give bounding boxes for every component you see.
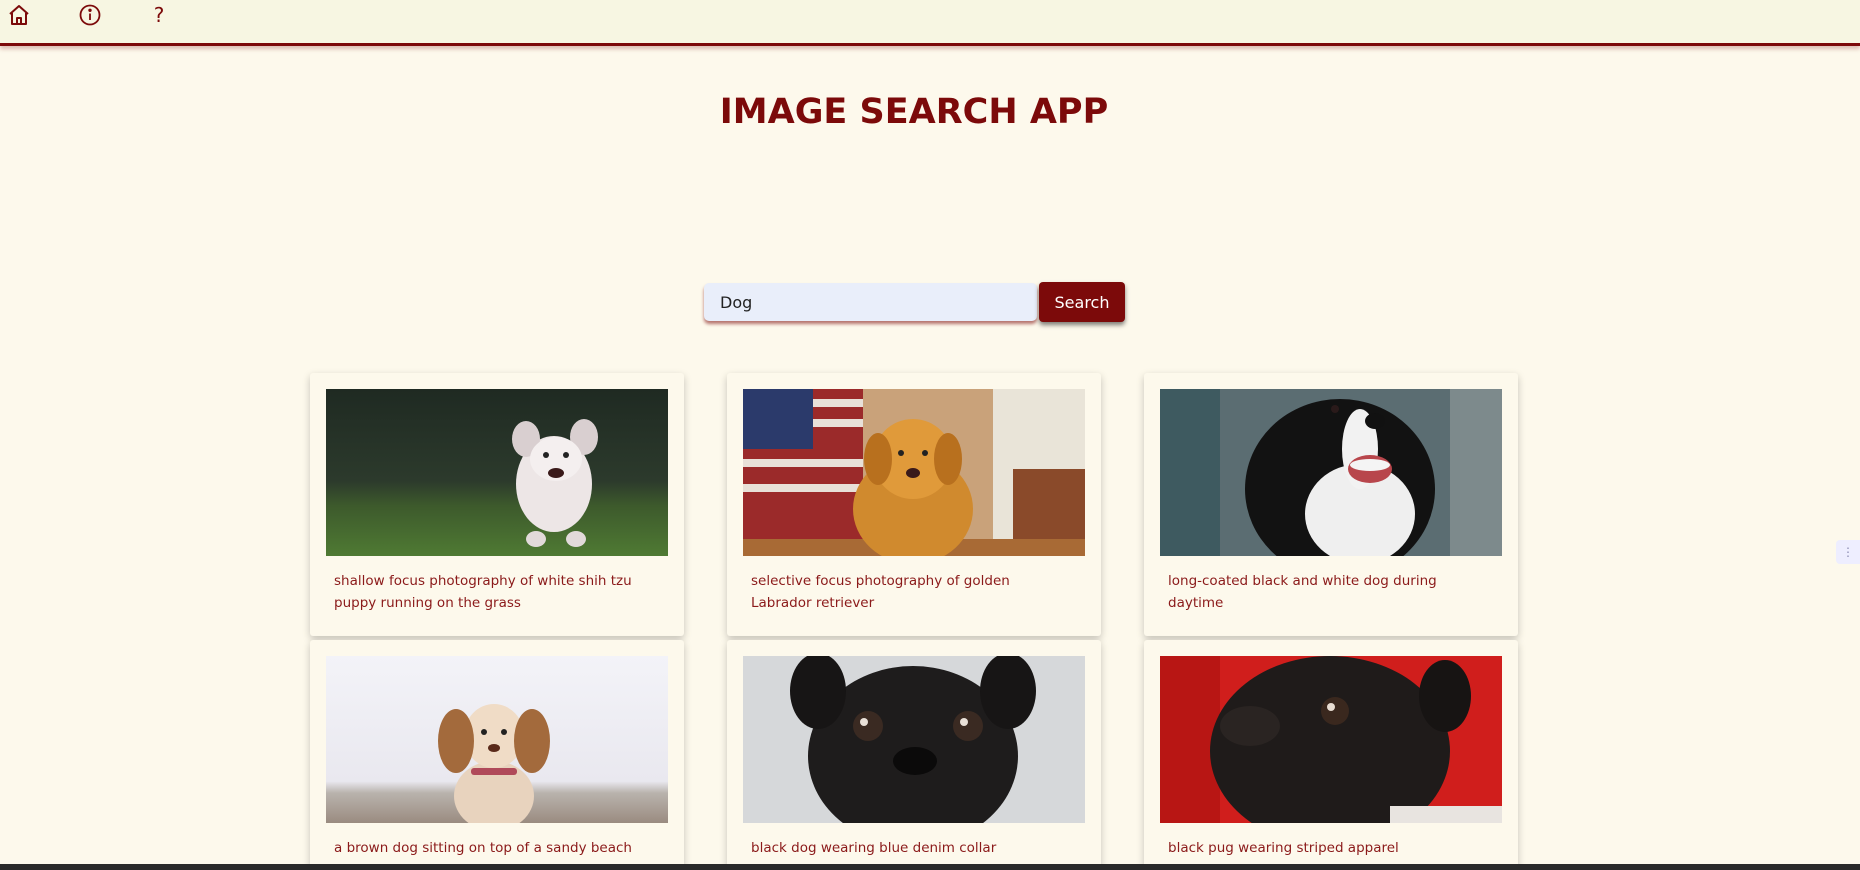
result-image[interactable] <box>1160 389 1502 556</box>
help-icon[interactable]: ? <box>146 2 172 28</box>
result-image[interactable] <box>326 389 668 556</box>
result-caption: shallow focus photography of white shih … <box>334 573 632 611</box>
search-form: Search <box>704 282 1125 322</box>
result-card[interactable]: long-coated black and white dog during d… <box>1144 373 1518 636</box>
search-button[interactable]: Search <box>1039 282 1125 322</box>
result-image[interactable] <box>326 656 668 823</box>
home-icon[interactable] <box>6 2 32 28</box>
result-image[interactable] <box>743 656 1085 823</box>
page-title: IMAGE SEARCH APP <box>719 92 1109 132</box>
result-caption: selective focus photography of golden La… <box>751 573 1010 611</box>
result-card[interactable]: a brown dog sitting on top of a sandy be… <box>310 640 684 870</box>
search-input[interactable] <box>704 283 1037 321</box>
result-caption: black pug wearing striped apparel <box>1168 840 1399 856</box>
result-card[interactable]: shallow focus photography of white shih … <box>310 373 684 636</box>
result-image[interactable] <box>1160 656 1502 823</box>
result-caption: black dog wearing blue denim collar <box>751 840 997 856</box>
result-card[interactable]: black dog wearing blue denim collar <box>727 640 1101 870</box>
result-image[interactable] <box>743 389 1085 556</box>
result-card[interactable]: selective focus photography of golden La… <box>727 373 1101 636</box>
side-widget-icon[interactable]: ⋮ <box>1836 540 1860 564</box>
result-caption: long-coated black and white dog during d… <box>1168 573 1437 611</box>
result-caption: a brown dog sitting on top of a sandy be… <box>334 840 632 856</box>
info-icon[interactable] <box>77 2 103 28</box>
bottom-taskbar-strip <box>0 864 1860 870</box>
top-navbar: ? <box>0 0 1860 46</box>
result-card[interactable]: black pug wearing striped apparel <box>1144 640 1518 870</box>
